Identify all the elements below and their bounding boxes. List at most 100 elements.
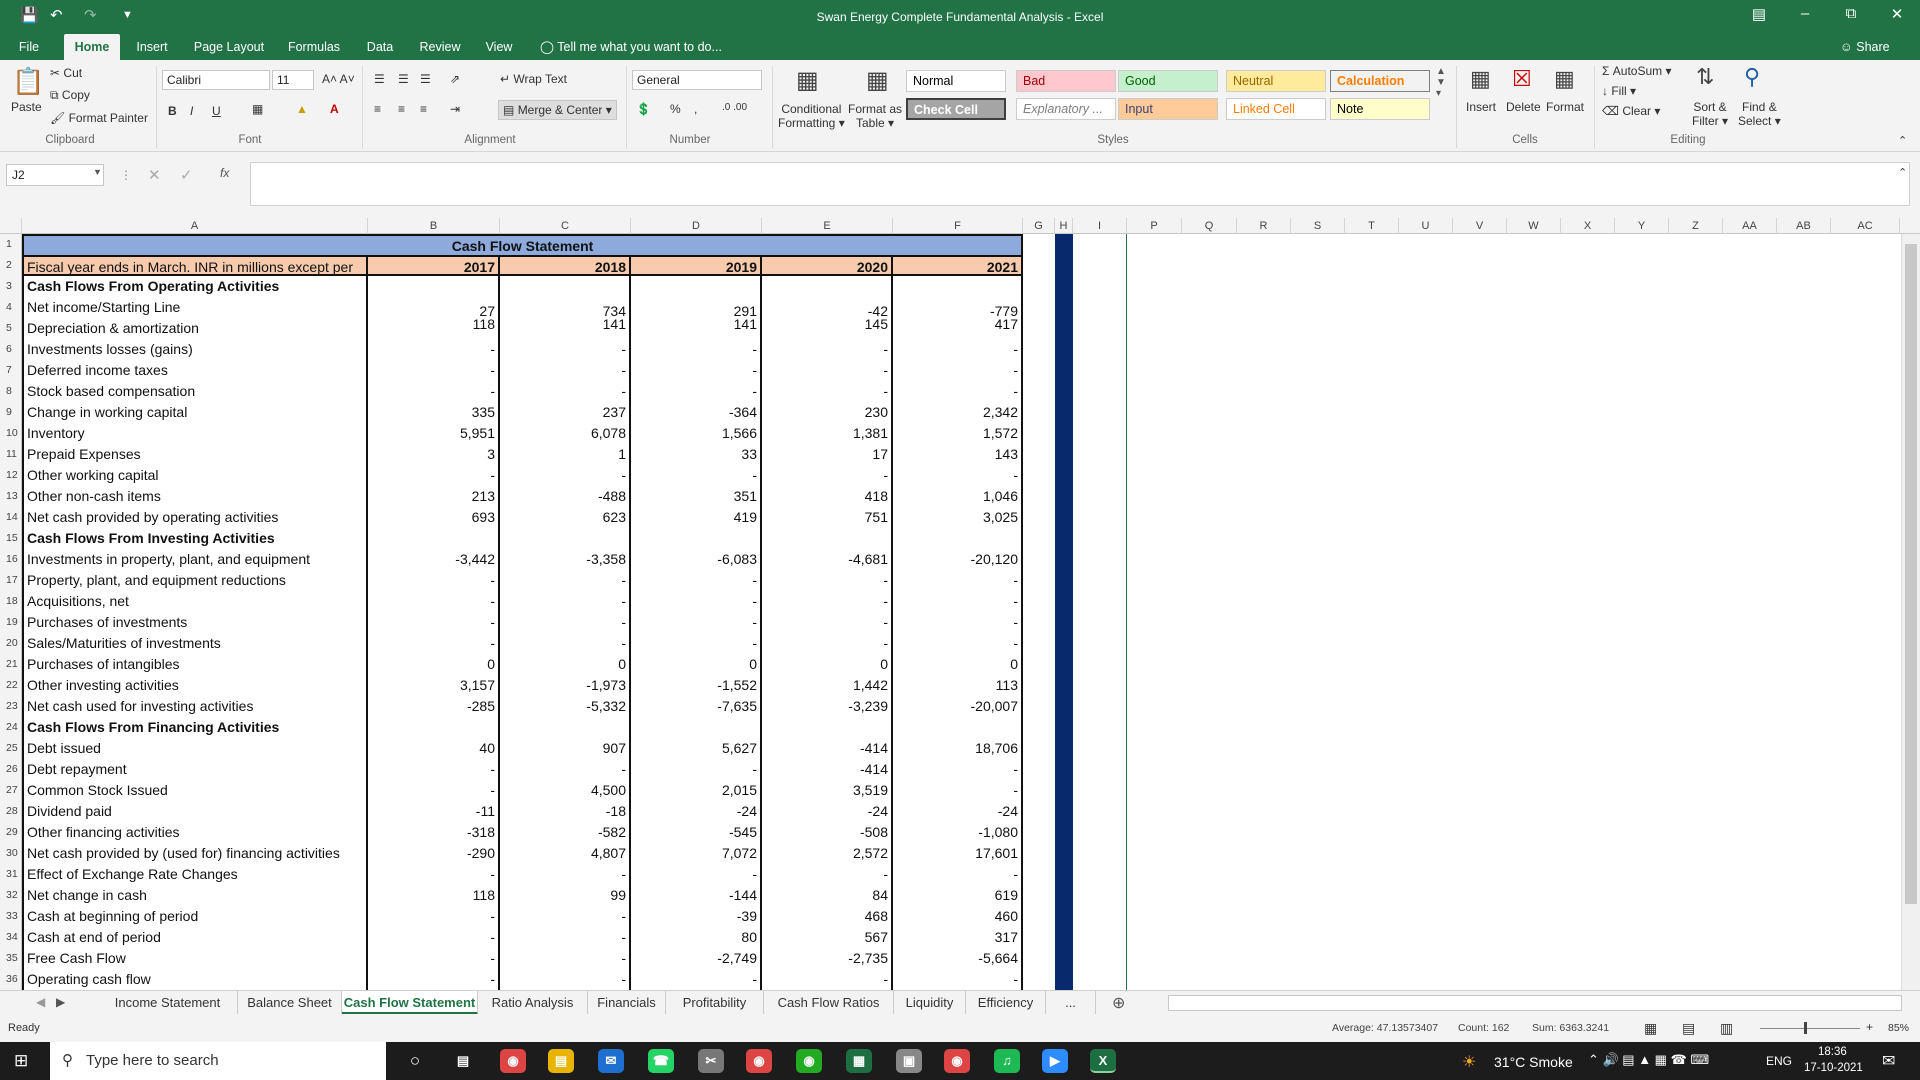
column-header[interactable]: S <box>1291 218 1345 234</box>
column-header[interactable]: B <box>368 218 500 234</box>
mail-icon[interactable]: ✉ <box>598 1049 624 1073</box>
clock-date[interactable]: 17-10-2021 <box>1804 1062 1863 1074</box>
row-label[interactable]: Cash Flows From Financing Activities <box>22 717 368 738</box>
column-header[interactable]: Q <box>1182 218 1237 234</box>
column-header[interactable]: U <box>1399 218 1453 234</box>
data-cell[interactable]: 2,572 <box>762 843 893 864</box>
data-cell[interactable]: -1,080 <box>893 822 1023 843</box>
style-input[interactable]: Input <box>1118 98 1218 120</box>
row-label[interactable]: Investments in property, plant, and equi… <box>22 549 368 570</box>
column-header[interactable]: H <box>1055 218 1073 234</box>
data-cell[interactable]: 40 <box>368 738 500 759</box>
data-cell[interactable]: 230 <box>762 402 893 423</box>
data-cell[interactable] <box>368 528 500 549</box>
data-cell[interactable]: 460 <box>893 906 1023 927</box>
data-cell[interactable]: 1,046 <box>893 486 1023 507</box>
style-explanatory[interactable]: Explanatory ... <box>1016 98 1116 120</box>
row-header[interactable]: 29 <box>0 822 22 843</box>
cortana-icon[interactable]: ○ <box>402 1049 428 1073</box>
grow-font-icon[interactable]: A˄ A˅ <box>322 72 355 86</box>
data-cell[interactable]: - <box>893 570 1023 591</box>
style-note[interactable]: Note <box>1330 98 1430 120</box>
data-cell[interactable]: -414 <box>762 738 893 759</box>
row-label[interactable]: Debt issued <box>22 738 368 759</box>
sheet-title[interactable]: Cash Flow Statement <box>22 234 1023 255</box>
data-cell[interactable] <box>893 528 1023 549</box>
data-cell[interactable]: - <box>762 339 893 360</box>
row-header[interactable]: 12 <box>0 465 22 486</box>
data-cell[interactable]: - <box>368 759 500 780</box>
row-header[interactable]: 14 <box>0 507 22 528</box>
data-cell[interactable] <box>368 717 500 738</box>
style-good[interactable]: Good <box>1118 70 1218 92</box>
formula-input[interactable] <box>250 162 1910 206</box>
header-label[interactable]: Fiscal year ends in March. INR in millio… <box>22 255 368 276</box>
row-label[interactable]: Net cash provided by (used for) financin… <box>22 843 368 864</box>
row-label[interactable]: Investments losses (gains) <box>22 339 368 360</box>
new-sheet-icon[interactable]: ⊕ <box>1112 993 1125 1013</box>
style-bad[interactable]: Bad <box>1016 70 1116 92</box>
column-header[interactable]: AA <box>1723 218 1777 234</box>
row-header[interactable]: 35 <box>0 948 22 969</box>
data-cell[interactable]: 3,025 <box>893 507 1023 528</box>
data-cell[interactable]: 84 <box>762 885 893 906</box>
data-cell[interactable]: 419 <box>631 507 762 528</box>
row-label[interactable]: Cash at end of period <box>22 927 368 948</box>
data-cell[interactable]: 1,442 <box>762 675 893 696</box>
row-header[interactable]: 27 <box>0 780 22 801</box>
tab-home[interactable]: Home <box>64 34 120 60</box>
data-cell[interactable]: 141 <box>631 318 762 339</box>
style-calculation[interactable]: Calculation <box>1330 70 1430 92</box>
data-cell[interactable]: - <box>893 969 1023 990</box>
font-size-select[interactable]: 11 <box>272 70 314 90</box>
column-header[interactable]: AB <box>1777 218 1831 234</box>
data-cell[interactable]: -39 <box>631 906 762 927</box>
data-cell[interactable]: 1 <box>500 444 631 465</box>
data-cell[interactable]: -24 <box>631 801 762 822</box>
row-header[interactable]: 25 <box>0 738 22 759</box>
indent-icon[interactable]: ⇥ <box>450 102 460 116</box>
column-header[interactable]: A <box>22 218 368 234</box>
data-cell[interactable]: -6,083 <box>631 549 762 570</box>
data-cell[interactable]: - <box>893 864 1023 885</box>
clock-time[interactable]: 18:36 <box>1818 1046 1847 1058</box>
row-label[interactable]: Purchases of intangibles <box>22 654 368 675</box>
data-cell[interactable]: 1,566 <box>631 423 762 444</box>
borders-icon[interactable]: ▦ <box>252 102 263 116</box>
data-cell[interactable]: - <box>368 612 500 633</box>
data-cell[interactable]: 0 <box>500 654 631 675</box>
data-cell[interactable]: 0 <box>893 654 1023 675</box>
row-header[interactable]: 10 <box>0 423 22 444</box>
sheet-tab-cash-flow-statement[interactable]: Cash Flow Statement <box>342 991 478 1015</box>
data-cell[interactable]: -24 <box>893 801 1023 822</box>
fill-color-icon[interactable]: ▲ <box>296 102 308 116</box>
magnifier-icon[interactable]: ⚲ <box>1744 64 1760 90</box>
data-cell[interactable]: - <box>631 612 762 633</box>
data-cell[interactable]: 734 <box>500 297 631 318</box>
data-cell[interactable]: - <box>500 612 631 633</box>
row-header[interactable]: 2 <box>0 255 22 276</box>
insert-cells-button[interactable]: Insert <box>1466 100 1496 114</box>
data-cell[interactable]: 141 <box>500 318 631 339</box>
row-header[interactable]: 30 <box>0 843 22 864</box>
style-normal[interactable]: Normal <box>906 70 1006 92</box>
data-cell[interactable]: - <box>368 591 500 612</box>
collapse-ribbon-icon[interactable]: ⌃ <box>1898 134 1907 147</box>
data-cell[interactable]: 3,157 <box>368 675 500 696</box>
format-as-table-button[interactable]: Format as Table ▾ <box>848 102 902 130</box>
data-cell[interactable]: 2,015 <box>631 780 762 801</box>
paste-icon[interactable]: 📋 <box>12 66 44 97</box>
weather-text[interactable]: 31°C Smoke <box>1494 1054 1573 1070</box>
cancel-icon[interactable]: ✕ <box>148 166 161 184</box>
column-header[interactable]: F <box>893 218 1023 234</box>
chrome-profile-3-icon[interactable]: ◉ <box>796 1049 822 1073</box>
data-cell[interactable]: 27 <box>368 297 500 318</box>
data-cell[interactable] <box>500 717 631 738</box>
normal-view-icon[interactable]: ▦ <box>1644 1020 1657 1037</box>
column-header[interactable]: X <box>1561 218 1615 234</box>
data-cell[interactable]: -144 <box>631 885 762 906</box>
data-cell[interactable]: -582 <box>500 822 631 843</box>
row-header[interactable]: 3 <box>0 276 22 297</box>
row-label[interactable]: Other financing activities <box>22 822 368 843</box>
align-top-icon[interactable]: ☰ <box>374 72 385 86</box>
